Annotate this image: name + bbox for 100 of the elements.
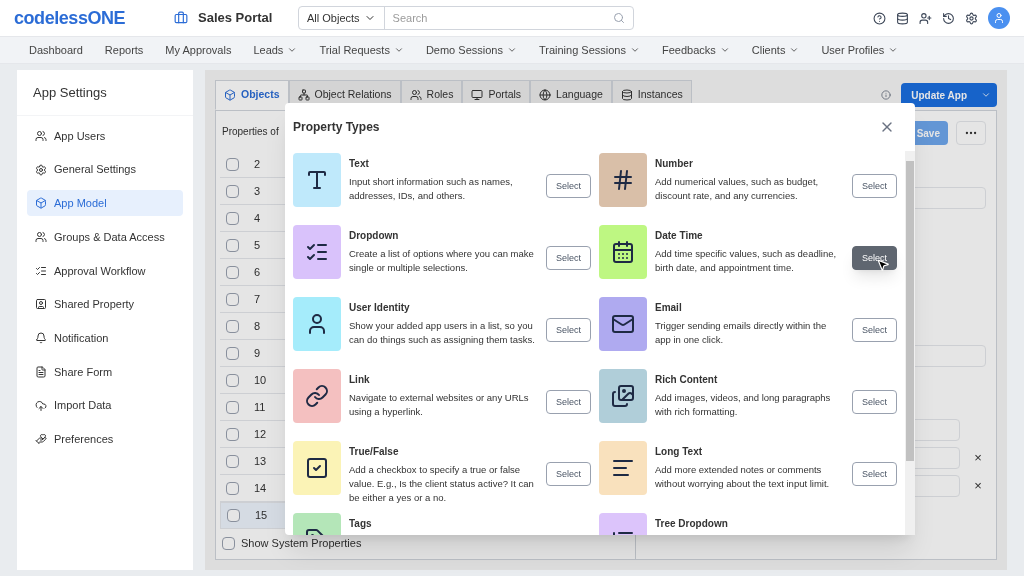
select-button[interactable]: Select — [546, 462, 591, 487]
hand-heart-icon — [35, 433, 47, 446]
sidebar-item[interactable]: Groups & Data Access — [27, 224, 183, 251]
help-icon[interactable] — [873, 11, 886, 25]
caret-icon — [888, 45, 899, 55]
nav-item[interactable]: Clients — [751, 41, 800, 59]
checkbox-icon — [305, 456, 329, 480]
checkbox[interactable] — [227, 509, 240, 522]
checkbox[interactable] — [226, 427, 239, 441]
checkbox[interactable] — [226, 265, 239, 279]
sidebar-item[interactable]: Notification — [27, 325, 183, 352]
type-title: Rich Content — [655, 373, 719, 387]
checkbox[interactable] — [226, 400, 239, 414]
object-filter[interactable]: All Objects — [299, 7, 385, 29]
checkbox[interactable] — [226, 373, 239, 387]
checkbox[interactable] — [226, 481, 239, 495]
checkbox[interactable] — [226, 292, 239, 306]
users-icon — [35, 130, 47, 142]
type-description: Trigger sending emails directly within the app in one click. — [655, 319, 828, 347]
nav-item[interactable]: Training Sessions — [538, 41, 640, 59]
type-description: Add a checkbox to specify a true or false value. E.g., Is the client status active? It can be either a yes or a no. — [349, 463, 535, 505]
nav-item[interactable]: Dashboard — [29, 41, 83, 59]
hash-icon — [611, 168, 635, 192]
mail-icon — [611, 312, 635, 336]
row-number: 3 — [254, 183, 261, 199]
group-icon — [35, 231, 47, 244]
sidebar-item[interactable]: Approval Workflow — [27, 257, 183, 284]
nav-item[interactable]: User Profiles — [821, 41, 899, 59]
bell-icon — [35, 332, 47, 345]
card-icon — [35, 298, 47, 311]
type-description: Create a list of options where you can make single or multiple selections. — [349, 247, 535, 275]
select-button[interactable]: Select — [852, 246, 897, 271]
checkbox[interactable] — [226, 346, 239, 360]
type-description: Show your added app users in a list, so you can do things such as assigning them tasks. — [349, 319, 536, 347]
history-icon[interactable] — [942, 11, 955, 25]
checkbox[interactable] — [226, 157, 239, 171]
checkbox[interactable] — [226, 454, 239, 468]
gear-icon — [35, 163, 47, 176]
checkbox[interactable] — [226, 319, 239, 333]
globe-icon — [539, 89, 552, 101]
checkbox[interactable] — [226, 238, 239, 252]
scrollbar[interactable] — [905, 151, 915, 535]
search-field[interactable]: Search — [392, 9, 613, 27]
cloud-upload-icon — [35, 399, 47, 412]
select-button[interactable]: Select — [546, 390, 591, 415]
nav-item[interactable]: Leads — [253, 41, 298, 59]
checkbox[interactable] — [226, 184, 239, 198]
database-icon[interactable] — [896, 11, 909, 25]
update-app-button[interactable]: Update App — [901, 83, 997, 107]
select-button[interactable]: Select — [546, 174, 591, 199]
info-icon[interactable] — [881, 90, 892, 100]
sidebar-item[interactable]: App Users — [27, 123, 183, 149]
logo[interactable]: codelessONE — [14, 4, 174, 32]
nav-item[interactable]: Demo Sessions — [425, 41, 517, 59]
checkbox[interactable] — [226, 211, 239, 225]
caret-icon — [506, 45, 517, 55]
sidebar-item[interactable]: App Model — [27, 190, 183, 217]
type-description: Add time specific values, such as deadline, birth date, and appointment time. — [655, 247, 838, 275]
checkbox[interactable] — [222, 536, 235, 550]
calendar-icon — [611, 240, 635, 264]
sidebar-item[interactable]: Share Form — [27, 358, 183, 385]
cube-icon — [35, 197, 47, 210]
sidebar-item[interactable]: Import Data — [27, 392, 183, 419]
sidebar-item[interactable]: Preferences — [27, 426, 183, 453]
add-user-icon[interactable] — [919, 11, 932, 25]
type-title: Tree Dropdown — [655, 517, 729, 531]
sidebar-item[interactable]: General Settings — [27, 156, 183, 183]
nav-item[interactable]: Trial Requests — [319, 41, 404, 59]
type-description: Add more extended notes or comments without worrying about the text input limit. — [655, 463, 831, 491]
select-button[interactable]: Select — [852, 462, 897, 487]
remove-button[interactable]: × — [970, 476, 986, 496]
type-description: Add images, videos, and long paragraphs with rich formatting. — [655, 391, 832, 419]
app-name[interactable]: Sales Portal — [198, 8, 298, 28]
nav-item[interactable]: Feedbacks — [661, 41, 730, 59]
type-title: Date Time — [655, 229, 704, 243]
caret-icon — [287, 45, 298, 55]
select-button[interactable]: Select — [546, 318, 591, 343]
select-button[interactable]: Select — [546, 246, 591, 271]
caret-icon — [789, 45, 800, 55]
row-number: 4 — [254, 210, 261, 226]
caret-icon — [981, 90, 991, 100]
dialog-title: Property Types — [293, 119, 380, 136]
nav-item[interactable]: My Approvals — [165, 41, 232, 59]
select-button[interactable]: Select — [852, 318, 897, 343]
type-title: Number — [655, 157, 694, 171]
select-button[interactable]: Select — [852, 390, 897, 415]
row-number: 13 — [254, 453, 267, 469]
sidebar-item[interactable]: Shared Property — [27, 291, 183, 318]
cube-icon — [224, 89, 236, 101]
avatar[interactable] — [988, 7, 1010, 29]
nav-item[interactable]: Reports — [104, 41, 144, 59]
settings-icon[interactable] — [965, 11, 978, 25]
search-bar[interactable]: All Objects Search — [298, 6, 634, 30]
type-description: Input short information such as names, addresses, IDs, and others. — [349, 175, 514, 203]
select-button[interactable]: Select — [852, 174, 897, 199]
caret-icon — [719, 45, 730, 55]
form-icon — [35, 365, 47, 378]
remove-button[interactable]: × — [970, 448, 986, 468]
row-number: 6 — [254, 264, 261, 280]
tab[interactable]: Objects — [215, 80, 289, 110]
